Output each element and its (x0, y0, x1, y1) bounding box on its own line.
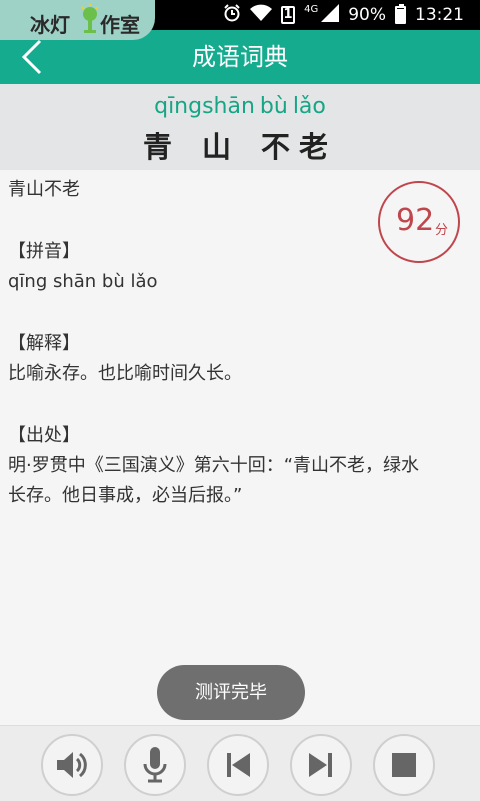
wifi-icon (250, 4, 273, 27)
record-button[interactable] (124, 734, 186, 796)
pinyin-text: qīng shān bù lǎo (8, 271, 158, 292)
source-text-line2: 长存。他日事成，必当后报。” (8, 485, 243, 506)
meaning-heading: 【解释】 (8, 333, 80, 354)
watermark-logo: 冰灯 作室 (0, 0, 155, 40)
microphone-icon (143, 747, 167, 783)
speaker-icon (57, 752, 87, 778)
idiom-characters: 青山不老 (0, 124, 480, 166)
previous-button[interactable] (207, 734, 269, 796)
score-badge: 92 分 (378, 181, 460, 263)
source-heading: 【出处】 (8, 425, 80, 446)
previous-icon (227, 753, 250, 777)
network-type: 4G (304, 3, 319, 15)
source-text-line1: 明·罗贯中《三国演义》第六十回：“青山不老，绿水 (8, 455, 420, 476)
next-button[interactable] (290, 734, 352, 796)
idiom-characters-rest: 不老 (261, 130, 338, 164)
watermark-text-right: 作室 (100, 13, 140, 37)
meaning-text: 比喻永存。也比喻时间久长。 (8, 363, 242, 384)
play-audio-button[interactable] (41, 734, 103, 796)
sim-card-icon: 1 (281, 6, 296, 24)
status-bar: 冰灯 作室 1 4G 90% 13:21 (0, 0, 480, 40)
idiom-pinyin: qīngshān bù lǎo (154, 94, 326, 119)
battery-icon (395, 4, 406, 24)
alarm-icon (223, 3, 241, 27)
clock-time: 13:21 (415, 5, 464, 25)
battery-percent: 90% (348, 5, 386, 25)
idiom-banner: qīngshān bù lǎo 青山不老 (0, 84, 480, 170)
playback-controls (0, 725, 480, 801)
toast-message: 测评完毕 (157, 665, 305, 720)
next-icon (309, 753, 332, 777)
idiom-characters-first: 青山 (142, 130, 261, 164)
stop-icon (392, 753, 416, 777)
watermark-text-left: 冰灯 (30, 13, 70, 37)
stop-button[interactable] (373, 734, 435, 796)
bulb-icon (80, 4, 100, 38)
signal-icon (321, 3, 340, 27)
score-value: 92 (396, 203, 435, 238)
score-unit: 分 (435, 223, 449, 238)
idiom-word: 青山不老 (8, 179, 80, 200)
